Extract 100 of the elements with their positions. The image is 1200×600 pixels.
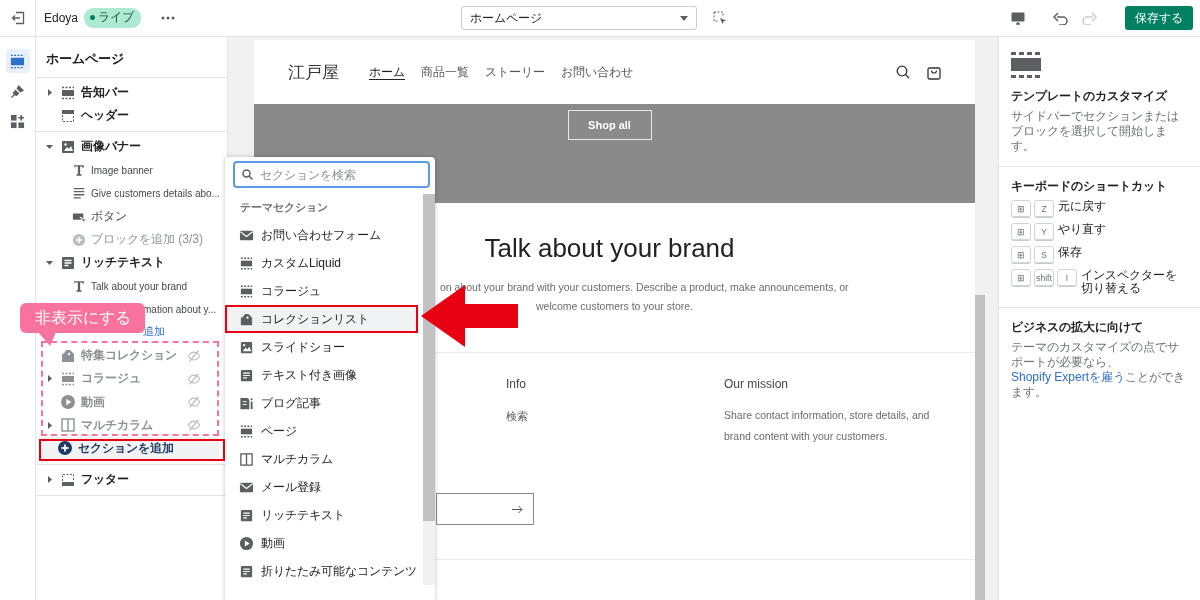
section-option[interactable]: 動画 bbox=[225, 529, 419, 557]
text-icon bbox=[72, 279, 86, 294]
section-item[interactable]: 告知バー bbox=[81, 84, 129, 102]
plus-icon bbox=[57, 440, 73, 457]
dashed-rectangle-icon bbox=[60, 370, 76, 387]
add-section-button[interactable]: セクションを追加 bbox=[38, 436, 219, 460]
nav-link[interactable]: ホーム bbox=[369, 64, 405, 80]
caret-icon[interactable] bbox=[46, 421, 53, 429]
block-item[interactable]: Talk about your brand bbox=[91, 280, 188, 292]
key-cap: shift bbox=[1034, 269, 1054, 286]
add-block-link[interactable]: 追加 bbox=[143, 325, 165, 340]
document-icon bbox=[60, 254, 76, 271]
key-cap: ⊞ bbox=[1011, 269, 1031, 286]
key-cap: ⊞ bbox=[1011, 223, 1031, 240]
email-field[interactable] bbox=[436, 493, 534, 525]
document-icon bbox=[239, 563, 254, 579]
section-option[interactable]: マルチカラム bbox=[225, 445, 419, 473]
nav-link[interactable]: 商品一覧 bbox=[421, 64, 469, 80]
section-option[interactable]: ページ bbox=[225, 417, 419, 445]
section-item[interactable]: リッチテキスト bbox=[81, 254, 165, 272]
footer-heading: Our mission bbox=[724, 377, 789, 391]
section-option[interactable]: コラージュ bbox=[225, 277, 419, 305]
text-icon bbox=[72, 163, 86, 178]
section-item[interactable]: ヘッダー bbox=[81, 107, 129, 125]
nav-link[interactable]: ストーリー bbox=[485, 64, 545, 80]
block-item[interactable]: Give customers details abo... bbox=[91, 187, 220, 199]
image-icon bbox=[60, 138, 76, 155]
layout-icon bbox=[60, 107, 76, 124]
section-option[interactable]: リッチテキスト bbox=[225, 501, 419, 529]
sections-icon bbox=[1011, 52, 1041, 78]
footer-link[interactable]: 検索 bbox=[506, 409, 724, 424]
plus-icon bbox=[72, 232, 86, 247]
block-item[interactable]: Image banner bbox=[91, 164, 153, 176]
document-icon bbox=[239, 507, 254, 523]
expert-link[interactable]: Shopify Expertを雇う bbox=[1011, 370, 1126, 384]
section-option[interactable]: メール登録 bbox=[225, 473, 419, 501]
shortcut-label: 元に戻す bbox=[1058, 200, 1106, 213]
play-icon bbox=[60, 394, 76, 411]
section-option[interactable]: 折りたたみ可能なコンテンツ bbox=[225, 557, 419, 585]
play-icon bbox=[239, 535, 254, 551]
document-icon bbox=[239, 367, 254, 383]
eye-slash-icon bbox=[187, 418, 201, 433]
footer-text: Share contact information, store details, and brand content with your customers. bbox=[724, 408, 931, 444]
dashed-rectangle-icon bbox=[60, 84, 76, 101]
search-icon[interactable] bbox=[896, 65, 910, 79]
undo-icon[interactable] bbox=[1053, 11, 1068, 25]
nav-link[interactable]: お問い合わせ bbox=[561, 64, 633, 80]
section-item[interactable]: フッター bbox=[81, 471, 129, 489]
store-logo[interactable]: 江戸屋 bbox=[288, 60, 339, 84]
search-field[interactable]: セクションを検索 bbox=[233, 161, 430, 188]
bag-icon[interactable] bbox=[927, 64, 941, 80]
section-option[interactable]: テキスト付き画像 bbox=[225, 361, 419, 389]
panel-description: サイドバーでセクションまたはブロックを選択して開始します。 bbox=[1011, 109, 1180, 154]
section-option[interactable]: カスタムLiquid bbox=[225, 249, 419, 277]
paragraph-icon bbox=[72, 186, 86, 201]
columns-icon bbox=[239, 451, 254, 467]
tag-icon bbox=[239, 311, 254, 327]
body-text: welcome customers to your store. bbox=[535, 299, 694, 314]
page-select[interactable]: ホームページ bbox=[461, 6, 697, 30]
section-item[interactable]: 画像バナー bbox=[81, 138, 141, 156]
section-option[interactable]: ブログ記事 bbox=[225, 389, 419, 417]
columns-icon bbox=[60, 417, 76, 434]
desktop-icon[interactable] bbox=[1011, 11, 1025, 25]
blog-icon bbox=[239, 395, 254, 411]
tag-icon bbox=[60, 347, 76, 364]
section-heading: Talk about your brand bbox=[484, 233, 735, 264]
sidebar-title: ホームページ bbox=[36, 37, 227, 78]
caret-icon[interactable] bbox=[46, 259, 53, 267]
panel-title: キーボードのショートカット bbox=[1011, 179, 1168, 194]
arrow-icon[interactable] bbox=[512, 504, 523, 514]
panel-title: テンプレートのカスタマイズ bbox=[1011, 89, 1169, 104]
block-item[interactable]: ボタン bbox=[91, 208, 127, 226]
more-icon[interactable] bbox=[161, 16, 176, 20]
scrollbar[interactable] bbox=[975, 40, 985, 600]
key-cap: Y bbox=[1034, 223, 1054, 240]
save-button[interactable]: 保存する bbox=[1125, 6, 1193, 30]
eye-slash-icon bbox=[187, 348, 201, 363]
section-option[interactable]: スライドショー bbox=[225, 333, 419, 361]
select-icon[interactable] bbox=[713, 11, 727, 25]
key-cap: I bbox=[1057, 269, 1077, 286]
key-cap: S bbox=[1034, 246, 1054, 263]
section-option[interactable]: お問い合わせフォーム bbox=[225, 221, 419, 249]
panel-description: テーマのカスタマイズの点でサポートが必要なら、 Shopify Expertを雇う ことができます。 bbox=[1011, 340, 1187, 400]
exit-icon[interactable] bbox=[10, 11, 25, 25]
search-icon bbox=[242, 169, 253, 180]
caret-icon[interactable] bbox=[46, 143, 53, 151]
scrollbar[interactable] bbox=[423, 194, 435, 585]
eye-slash-icon bbox=[187, 395, 201, 410]
caret-icon[interactable] bbox=[46, 476, 53, 484]
caret-icon[interactable] bbox=[46, 89, 53, 97]
sections-icon[interactable] bbox=[5, 49, 30, 73]
image-icon bbox=[239, 339, 254, 355]
shortcut-label: 保存 bbox=[1058, 246, 1082, 259]
caret-icon[interactable] bbox=[46, 375, 53, 383]
key-cap: ⊞ bbox=[1011, 200, 1031, 217]
store-name: Edoya bbox=[44, 11, 79, 25]
layout-icon bbox=[60, 471, 76, 488]
footer-heading: Info bbox=[506, 377, 527, 391]
key-cap: Z bbox=[1034, 200, 1054, 217]
dashed-rectangle-icon bbox=[239, 423, 254, 439]
